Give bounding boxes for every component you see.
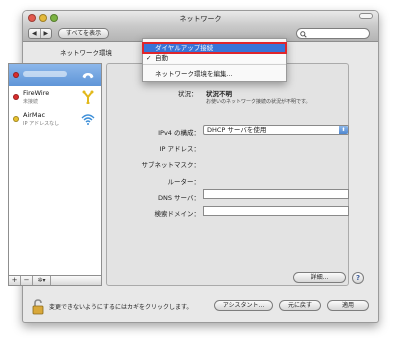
menu-item-dialup[interactable]: ダイヤルアップ接続 — [142, 42, 287, 54]
router-label: ルーター： — [167, 178, 201, 186]
checkmark-icon: ✓ — [146, 54, 152, 62]
dns-server-label: DNS サーバ： — [158, 194, 200, 202]
search-field[interactable] — [296, 28, 370, 39]
phone-icon — [82, 72, 94, 79]
help-button[interactable]: ? — [352, 272, 364, 284]
menu-item-edit-locations[interactable]: ネットワーク環境を編集... — [143, 69, 286, 79]
status-dot-yellow — [13, 116, 19, 122]
service-item-dialup[interactable] — [9, 64, 101, 86]
location-menu: ダイヤルアップ接続 ✓ 自動 ネットワーク環境を編集... — [142, 38, 287, 82]
revert-button[interactable]: 元に戻す — [279, 300, 321, 311]
advanced-button[interactable]: 詳細... — [293, 272, 346, 283]
gear-menu-button[interactable]: ✲▾ — [33, 276, 51, 285]
show-all-button[interactable]: すべてを表示 — [58, 28, 109, 39]
ipv4-config-select[interactable]: DHCP サーバを使用 ⬍ — [203, 125, 349, 135]
nav-buttons: ◀ ▶ — [28, 28, 52, 39]
location-label: ネットワーク環境 — [60, 49, 112, 57]
firewire-icon — [82, 90, 94, 104]
service-name: AirMac — [23, 111, 46, 119]
service-status: 未接続 — [23, 99, 39, 105]
back-button[interactable]: ◀ — [29, 29, 41, 38]
status-description: お使いのネットワーク接続の状況が不明です。 — [206, 99, 311, 105]
assistant-button[interactable]: アシスタント... — [214, 300, 273, 311]
service-status: IP アドレスなし — [23, 121, 60, 127]
toolbar-toggle-button[interactable] — [359, 13, 373, 19]
ip-address-label: IP アドレス： — [159, 145, 200, 153]
remove-service-button[interactable]: − — [21, 276, 33, 285]
menu-item-automatic[interactable]: ✓ 自動 — [143, 53, 286, 63]
status-dot-red — [13, 72, 19, 78]
menu-separator — [143, 64, 286, 65]
select-arrows-icon: ⬍ — [339, 126, 348, 134]
service-name: FireWire — [23, 89, 50, 97]
lock-icon[interactable] — [31, 299, 45, 315]
search-domain-field[interactable] — [203, 206, 349, 216]
menu-item-label: ダイヤルアップ接続 — [155, 44, 214, 52]
service-item-airmac[interactable]: AirMac IP アドレスなし — [9, 108, 101, 130]
status-dot-red — [13, 94, 19, 100]
menu-item-label: 自動 — [155, 54, 168, 62]
subnet-mask-label: サブネットマスク： — [141, 161, 201, 169]
title-bar: ネットワーク — [23, 11, 378, 26]
service-list: FireWire 未接続 AirMac IP アドレスなし — [8, 63, 102, 276]
lock-message: 変更できないようにするにはカギをクリックします。 — [49, 304, 193, 311]
window-title: ネットワーク — [179, 15, 222, 23]
status-label: 状況： — [178, 90, 198, 98]
blurred-service-name — [23, 71, 67, 77]
status-value: 状況不明 — [206, 90, 232, 98]
wifi-icon — [81, 114, 95, 125]
ipv4-config-value: DHCP サーバを使用 — [207, 126, 267, 134]
search-icon — [300, 31, 307, 38]
dns-server-field[interactable] — [203, 189, 349, 199]
forward-button[interactable]: ▶ — [41, 29, 52, 38]
apply-button[interactable]: 適用 — [327, 300, 369, 311]
add-service-button[interactable]: + — [9, 276, 21, 285]
ipv4-config-label: IPv4 の構成： — [158, 129, 200, 137]
service-item-firewire[interactable]: FireWire 未接続 — [9, 86, 101, 108]
service-list-controls: + − ✲▾ — [8, 276, 102, 286]
menu-item-label: ネットワーク環境を編集... — [155, 70, 233, 78]
search-domain-label: 検索ドメイン： — [154, 210, 201, 218]
